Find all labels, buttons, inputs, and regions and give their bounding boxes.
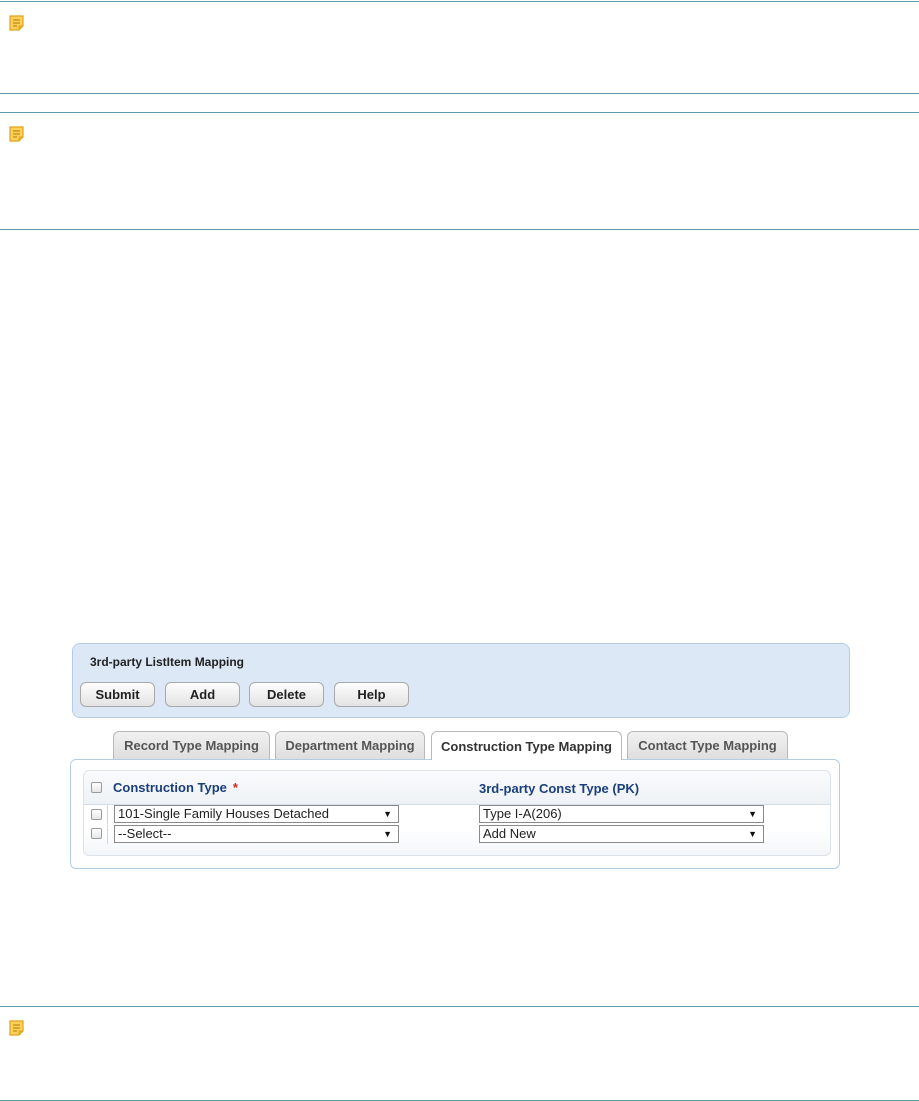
add-button[interactable]: Add bbox=[165, 682, 240, 707]
select-all-checkbox[interactable] bbox=[91, 782, 102, 793]
construction-type-value: --Select-- bbox=[118, 826, 172, 841]
tab-content: Construction Type * 3rd-party Const Type … bbox=[70, 759, 840, 869]
note-icon bbox=[9, 126, 24, 142]
dropdown-arrow-icon: ▼ bbox=[748, 829, 757, 839]
mapping-toolbar-panel: 3rd-party ListItem Mapping Submit Add De… bbox=[72, 643, 850, 718]
construction-type-select[interactable]: 101-Single Family Houses Detached ▼ bbox=[114, 805, 399, 823]
row-divider bbox=[107, 825, 108, 844]
third-party-header: 3rd-party Const Type (PK) bbox=[479, 781, 640, 796]
third-party-type-value: Add New bbox=[483, 826, 536, 841]
note-block-1 bbox=[0, 1, 919, 94]
panel-title: 3rd-party ListItem Mapping bbox=[90, 655, 245, 669]
help-button[interactable]: Help bbox=[334, 682, 409, 707]
tab-record-type-mapping[interactable]: Record Type Mapping bbox=[113, 731, 270, 759]
row-divider bbox=[107, 805, 108, 824]
tab-contact-type-mapping[interactable]: Contact Type Mapping bbox=[627, 731, 788, 759]
note-icon bbox=[9, 15, 24, 31]
third-party-type-value: Type I-A(206) bbox=[483, 806, 562, 821]
construction-type-header: Construction Type * bbox=[113, 780, 238, 795]
tab-construction-type-mapping[interactable]: Construction Type Mapping bbox=[431, 731, 622, 760]
grid-header: Construction Type * 3rd-party Const Type … bbox=[84, 771, 830, 805]
note-icon bbox=[9, 1020, 24, 1036]
note-block-3 bbox=[0, 1006, 919, 1101]
delete-button[interactable]: Delete bbox=[249, 682, 324, 707]
construction-type-value: 101-Single Family Houses Detached bbox=[118, 806, 329, 821]
dropdown-arrow-icon: ▼ bbox=[748, 809, 757, 819]
third-party-type-select[interactable]: Type I-A(206) ▼ bbox=[479, 805, 764, 823]
dropdown-arrow-icon: ▼ bbox=[383, 829, 392, 839]
dropdown-arrow-icon: ▼ bbox=[383, 809, 392, 819]
row-checkbox[interactable] bbox=[91, 809, 102, 820]
construction-type-select[interactable]: --Select-- ▼ bbox=[114, 825, 399, 843]
required-marker: * bbox=[232, 780, 238, 795]
construction-type-header-label: Construction Type bbox=[113, 780, 227, 795]
tab-department-mapping[interactable]: Department Mapping bbox=[275, 731, 425, 759]
mapping-grid: Construction Type * 3rd-party Const Type … bbox=[83, 770, 831, 856]
note-block-2 bbox=[0, 112, 919, 230]
submit-button[interactable]: Submit bbox=[80, 682, 155, 707]
row-checkbox[interactable] bbox=[91, 828, 102, 839]
third-party-type-select[interactable]: Add New ▼ bbox=[479, 825, 764, 843]
